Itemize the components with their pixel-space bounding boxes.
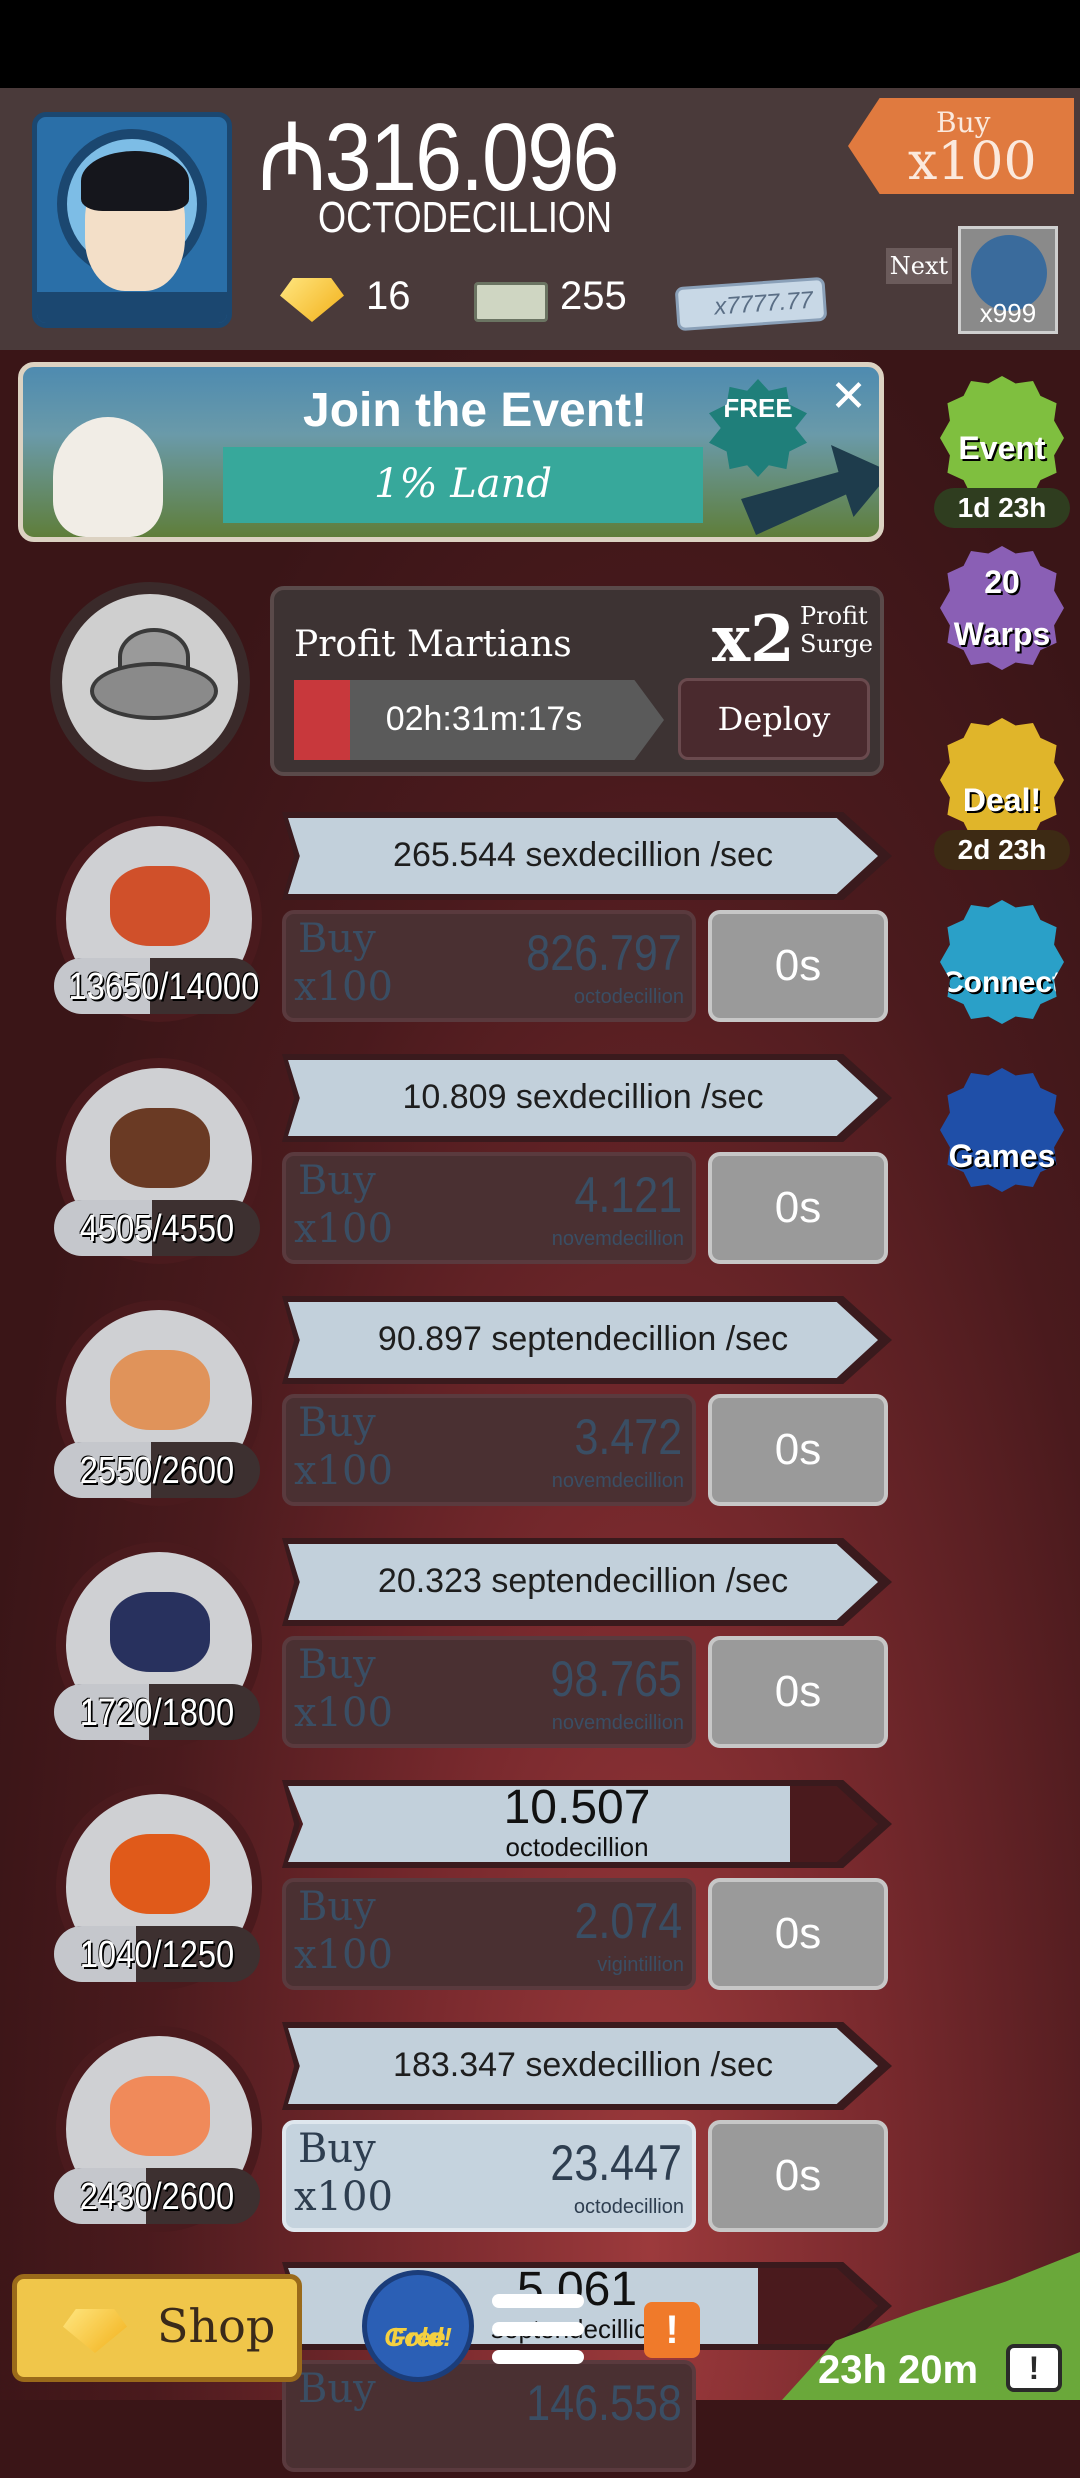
manager-multiplier: x2 [712,602,795,677]
connect-button[interactable]: Connect [940,900,1064,1024]
buy-multiplier-button[interactable]: Buy x100 [848,98,1074,194]
buy-button[interactable]: Buy x100 826.797 octodecillion [282,910,696,1022]
business-row: 2550/2600 90.897 septendecillion /sec Bu… [0,1292,900,1512]
megabucks-icon [474,282,548,322]
bottom-bar: Shop Free Gold! ! 23h 20m ! [0,2252,1080,2400]
warps-button[interactable]: 20 Warps [940,546,1064,670]
buy-button[interactable]: Buy x100 2.074 vigintillion [282,1878,696,1990]
next-label: Next [886,248,952,284]
buy-button[interactable]: Buy x100 23.447 octodecillion [282,2120,696,2232]
manager-portrait[interactable] [50,582,250,782]
manager-progress [294,680,350,760]
money-display: ₼316.096 [258,104,619,211]
income-rate-bar[interactable]: 265.544 sexdecillion /sec [282,812,892,900]
human-head-icon [110,1350,210,1430]
event-button[interactable]: Event 1d 23h [934,376,1070,528]
event-title: Join the Event! [303,384,648,437]
business-row: 1040/1250 10.507 octodecillion Buy x100 … [0,1776,900,1996]
deal-timer: 2d 23h [934,830,1070,870]
cycle-time-button[interactable]: 0s [708,1878,888,1990]
tv-icon[interactable]: ! [1006,2344,1062,2392]
deploy-button[interactable]: Deploy [678,678,870,760]
event-timer: 1d 23h [934,488,1070,528]
alert-icon[interactable]: ! [644,2302,700,2358]
event-subtitle-bar: 1% Land [223,447,703,523]
manager-panel: Profit Martians x2 Profit Surge 02h:31m:1… [270,586,884,776]
close-icon[interactable]: ✕ [830,371,867,422]
alien-queen-icon [110,2076,210,2156]
cycle-time-button[interactable]: 0s [708,1394,888,1506]
owned-count: 1720/1800 [54,1684,260,1740]
income-rate-bar[interactable]: 90.897 septendecillion /sec [282,1296,892,1384]
income-progress-bar[interactable]: 10.507 octodecillion [282,1780,892,1868]
money-unit: OCTODECILLION [318,193,613,242]
cycle-time-button[interactable]: 0s [708,2120,888,2232]
free-badge: FREE [709,379,807,477]
manager-name: Profit Martians [294,624,572,665]
red-rocks-icon [110,866,210,946]
buy-button[interactable]: Buy x100 98.765 novemdecillion [282,1636,696,1748]
cycle-time-button[interactable]: 0s [708,1152,888,1264]
sun-coin-icon [110,1834,210,1914]
manager-timer: 02h:31m:17s [294,680,664,760]
owned-count: 1040/1250 [54,1926,260,1982]
status-bar [0,0,1080,88]
next-unlock[interactable]: x999 [958,226,1058,334]
owned-count: 4505/4550 [54,1200,260,1256]
gold-count: 16 [366,274,411,318]
surge-label: Profit Surge [800,602,873,658]
player-avatar[interactable] [32,112,232,328]
buy-button[interactable]: Buy x100 3.472 novemdecillion [282,1394,696,1506]
owned-count: 2550/2600 [54,1442,260,1498]
menu-icon[interactable] [492,2294,584,2378]
cycle-time-button[interactable]: 0s [708,1636,888,1748]
shop-button[interactable]: Shop [12,2274,302,2382]
event-banner[interactable]: Join the Event! 1% Land FREE ✕ [18,362,884,542]
chocolate-bar-icon [110,1108,210,1188]
spotted-dome-icon [110,1592,210,1672]
cycle-time-button[interactable]: 0s [708,910,888,1022]
income-rate-bar[interactable]: 10.809 sexdecillion /sec [282,1054,892,1142]
business-row: 4505/4550 10.809 sexdecillion /sec Buy x… [0,1050,900,1270]
deal-button[interactable]: Deal! 2d 23h [934,718,1070,870]
buy-button[interactable]: Buy x100 4.121 novemdecillion [282,1152,696,1264]
free-gold-button[interactable]: Free Gold! [362,2270,474,2382]
games-button[interactable]: Games [940,1068,1064,1192]
owned-count: 13650/14000 [54,958,260,1014]
gold-icon [63,2309,127,2353]
business-row: 2430/2600 183.347 sexdecillion /sec Buy … [0,2018,900,2238]
warps-count: 20 [984,564,1020,600]
ufo-icon [90,662,218,720]
business-row: 1720/1800 20.323 septendecillion /sec Bu… [0,1534,900,1754]
business-row: 13650/14000 265.544 sexdecillion /sec Bu… [0,808,900,1028]
owned-count: 2430/2600 [54,2168,260,2224]
income-rate-bar[interactable]: 20.323 septendecillion /sec [282,1538,892,1626]
character-icon [53,417,163,537]
income-rate-bar[interactable]: 183.347 sexdecillion /sec [282,2022,892,2110]
megabucks-count: 255 [560,274,627,318]
